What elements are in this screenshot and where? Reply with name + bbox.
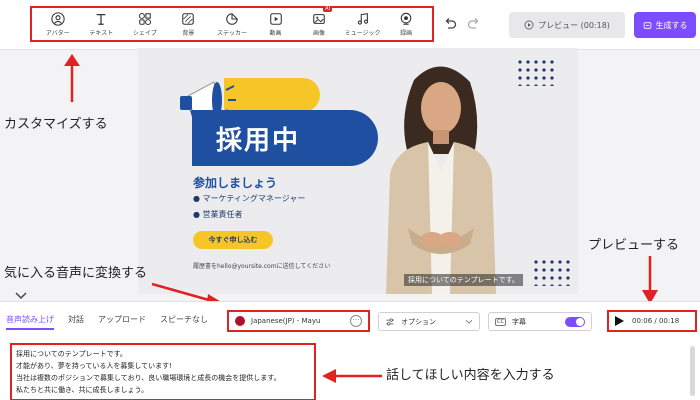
ai-badge: AI: [323, 6, 333, 12]
join-heading: 参加しましょう: [193, 176, 278, 190]
music-icon: [357, 12, 368, 25]
tool-music[interactable]: ミュージック: [342, 8, 384, 40]
tool-record[interactable]: 録画: [385, 8, 427, 40]
script-line: 才能があり、夢を持っている人を募集しています!: [16, 362, 172, 370]
top-toolbar: アバター テキスト シェイプ 背景 ステッカー 動画 AI 画像 ミュージック …: [0, 0, 700, 50]
record-icon: [400, 12, 412, 25]
preview-button[interactable]: プレビュー (00:18): [509, 12, 625, 38]
tool-text[interactable]: テキスト: [80, 8, 122, 40]
script-line: 私たちと共に働き、共に成長しましょう。: [16, 386, 149, 394]
bullet-item: ● マーケティングマネージャー: [193, 194, 306, 203]
slide-subtitle: 採用についてのテンプレートです。: [404, 274, 523, 286]
text-annotation: 話してほしい内容を入力する: [386, 368, 555, 383]
subtitle-toggle[interactable]: [565, 316, 585, 327]
customize-annotation: カスタマイズする: [4, 117, 108, 132]
tool-label: 録画: [400, 29, 413, 37]
tool-label: ミュージック: [344, 29, 381, 37]
generate-icon: [643, 21, 651, 29]
dot-pattern: [516, 58, 556, 86]
generate-button[interactable]: 生成する: [634, 12, 696, 38]
tool-label: アバター: [45, 29, 70, 37]
text-icon: [96, 13, 106, 25]
scrollbar[interactable]: [690, 346, 695, 396]
script-editor: 音声読み上げ 対話 アップロード スピーチなし Japanese(JP) - M…: [0, 301, 700, 400]
sticker-icon: [226, 12, 238, 25]
undo-icon[interactable]: [442, 16, 458, 32]
script-line: 採用についてのテンプレートです。: [16, 350, 127, 358]
yellow-bar: [224, 78, 320, 112]
play-circle-icon: [524, 20, 534, 30]
shape-icon: [138, 12, 151, 25]
options-dropdown[interactable]: オプション: [378, 312, 480, 331]
slide-canvas[interactable]: 採用中 参加しましょう ● マーケティングマネージャー ● 営業責任者 今すぐ申…: [138, 48, 578, 294]
tab-text-to-speech[interactable]: 音声読み上げ: [6, 314, 54, 330]
generate-label: 生成する: [655, 20, 688, 30]
chevron-down-icon[interactable]: [14, 291, 28, 301]
background-icon: [182, 12, 195, 25]
redo-icon[interactable]: [466, 16, 482, 32]
options-label: オプション: [401, 317, 436, 326]
voice-annotation: 気に入る音声に変換する: [4, 266, 148, 281]
dot-pattern: [532, 258, 572, 286]
subtitle-label: 字幕: [511, 317, 526, 326]
chevron-down-icon: [465, 319, 473, 324]
japan-flag-icon: [235, 316, 245, 326]
tool-image[interactable]: AI 画像: [298, 6, 340, 40]
app: アバター テキスト シェイプ 背景 ステッカー 動画 AI 画像 ミュージック …: [0, 0, 700, 400]
image-icon: [313, 13, 325, 24]
bullet-item: ● 営業責任者: [193, 210, 243, 219]
arrow-down-icon: [642, 256, 658, 304]
tool-label: テキスト: [89, 29, 114, 37]
tool-sticker[interactable]: ステッカー: [211, 8, 253, 40]
voice-selector[interactable]: Japanese(JP) - Mayu ···: [227, 310, 370, 332]
tab-upload[interactable]: アップロード: [98, 314, 146, 330]
script-line: 当社は複数のポジションで募集しており、良い職場環境と成長の機会を提供します。: [16, 374, 281, 382]
tool-background[interactable]: 背景: [167, 8, 209, 40]
element-toolbar: アバター テキスト シェイプ 背景 ステッカー 動画 AI 画像 ミュージック …: [30, 6, 434, 42]
tool-label: ステッカー: [216, 29, 247, 37]
arrow-left-icon: [322, 369, 382, 383]
preview-label: プレビュー (00:18): [538, 20, 610, 30]
sliders-icon: [386, 317, 394, 326]
video-icon: [269, 12, 282, 25]
mode-tabs: 音声読み上げ 対話 アップロード スピーチなし: [6, 314, 208, 330]
tool-avatar[interactable]: アバター: [37, 8, 79, 40]
tool-label: 背景: [182, 29, 195, 37]
tool-label: 画像: [313, 29, 326, 37]
arrow-up-icon: [64, 54, 80, 102]
voice-name: Japanese(JP) - Mayu: [251, 317, 321, 325]
tab-dialogue[interactable]: 対話: [68, 314, 84, 330]
tab-no-speech[interactable]: スピーチなし: [160, 314, 208, 330]
avatar-presenter[interactable]: [366, 58, 516, 294]
tool-label: 動画: [269, 29, 282, 37]
hiring-banner: 採用中: [192, 110, 378, 166]
script-textarea[interactable]: 採用についてのテンプレートです。 才能があり、夢を持っている人を募集しています!…: [10, 343, 316, 400]
apply-button[interactable]: 今すぐ申し込む: [193, 231, 273, 249]
play-icon[interactable]: [615, 316, 624, 326]
tool-shape[interactable]: シェイプ: [124, 8, 166, 40]
tool-video[interactable]: 動画: [255, 8, 297, 40]
email-note: 履歴書をhello@yoursite.comに送信してください: [193, 263, 331, 270]
subtitle-control: CC 字幕: [488, 312, 592, 331]
more-icon[interactable]: ···: [350, 315, 362, 327]
tool-label: シェイプ: [132, 29, 157, 37]
avatar-icon: [51, 11, 65, 26]
cc-icon: CC: [495, 317, 506, 326]
preview-annotation: プレビューする: [588, 238, 680, 253]
audio-player[interactable]: 00:06 / 00:18: [607, 310, 697, 332]
time-readout: 00:06 / 00:18: [632, 317, 680, 325]
